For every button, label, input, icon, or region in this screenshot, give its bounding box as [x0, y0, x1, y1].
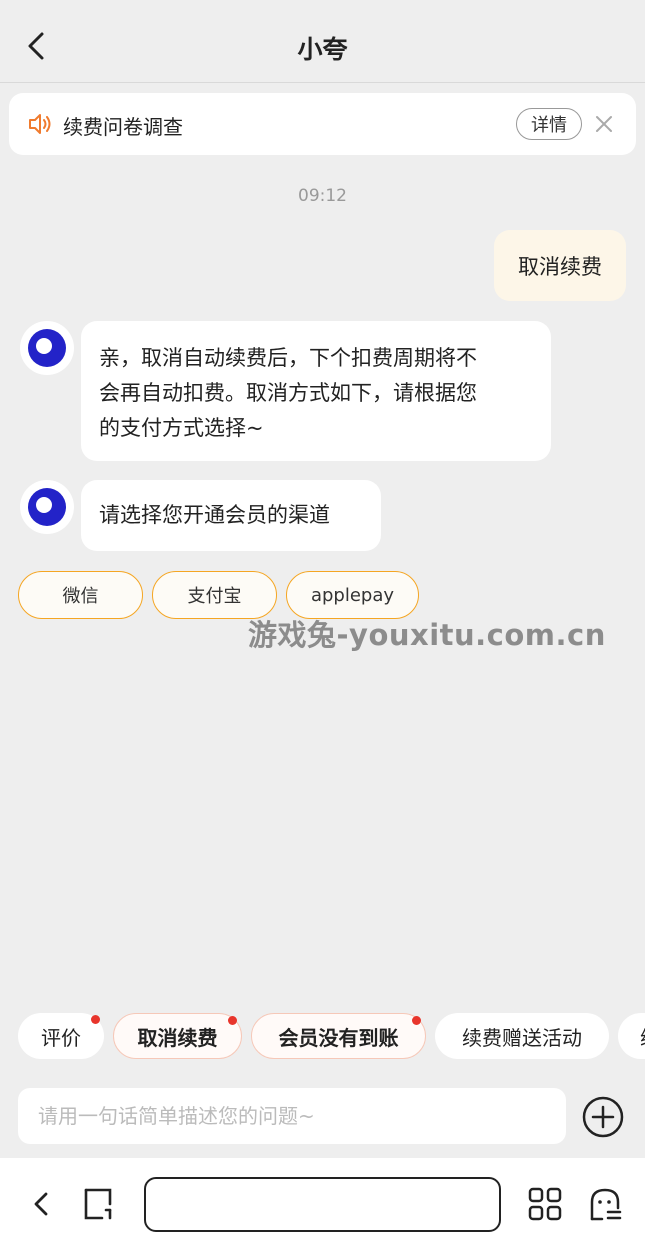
header-bar: 小夸 [0, 0, 645, 83]
bot-avatar [20, 321, 74, 375]
badge-dot [412, 1016, 421, 1025]
plus-circle-icon[interactable] [581, 1095, 625, 1139]
chip-more[interactable]: 续 [618, 1013, 645, 1059]
detail-button[interactable]: 详情 [516, 108, 582, 140]
browser-back-icon[interactable] [26, 1188, 56, 1220]
option-wechat[interactable]: 微信 [18, 571, 143, 619]
apps-grid-icon[interactable] [527, 1186, 563, 1222]
bot-message-line: 会再自动扣费。取消方式如下，请根据您 [99, 381, 477, 405]
notice-banner: 续费问卷调查 详情 [9, 93, 636, 155]
page-title: 小夸 [297, 35, 348, 64]
ghost-mascot-icon[interactable] [587, 1186, 623, 1222]
address-bar[interactable] [144, 1177, 501, 1232]
bot-message-bubble: 请选择您开通会员的渠道 [81, 480, 381, 551]
watermark-text: 游戏兔-youxitu.com.cn [248, 618, 606, 652]
bot-message-line: 亲，取消自动续费后，下个扣费周期将不 [99, 346, 477, 370]
chip-cancel-renewal[interactable]: 取消续费 [113, 1013, 242, 1059]
bot-avatar [20, 480, 74, 534]
user-message-bubble: 取消续费 [494, 230, 626, 301]
quick-reply-bar: 评价 取消续费 会员没有到账 续费赠送活动 续 [0, 998, 645, 1078]
bot-message-bubble: 亲，取消自动续费后，下个扣费周期将不 会再自动扣费。取消方式如下，请根据您 的支… [81, 321, 551, 461]
message-timestamp: 09:12 [298, 186, 347, 206]
chip-review[interactable]: 评价 [18, 1013, 104, 1059]
question-input[interactable] [18, 1088, 566, 1144]
tabs-window-icon[interactable] [82, 1186, 118, 1222]
bot-message-line: 的支付方式选择~ [99, 416, 264, 440]
close-icon[interactable] [594, 114, 614, 134]
chip-renewal-gift-event[interactable]: 续费赠送活动 [435, 1013, 609, 1059]
notice-text: 续费问卷调查 [63, 115, 183, 139]
browser-toolbar [0, 1158, 645, 1247]
speaker-icon [29, 114, 51, 134]
chip-membership-not-received[interactable]: 会员没有到账 [251, 1013, 426, 1059]
badge-dot [91, 1015, 100, 1024]
badge-dot [228, 1016, 237, 1025]
